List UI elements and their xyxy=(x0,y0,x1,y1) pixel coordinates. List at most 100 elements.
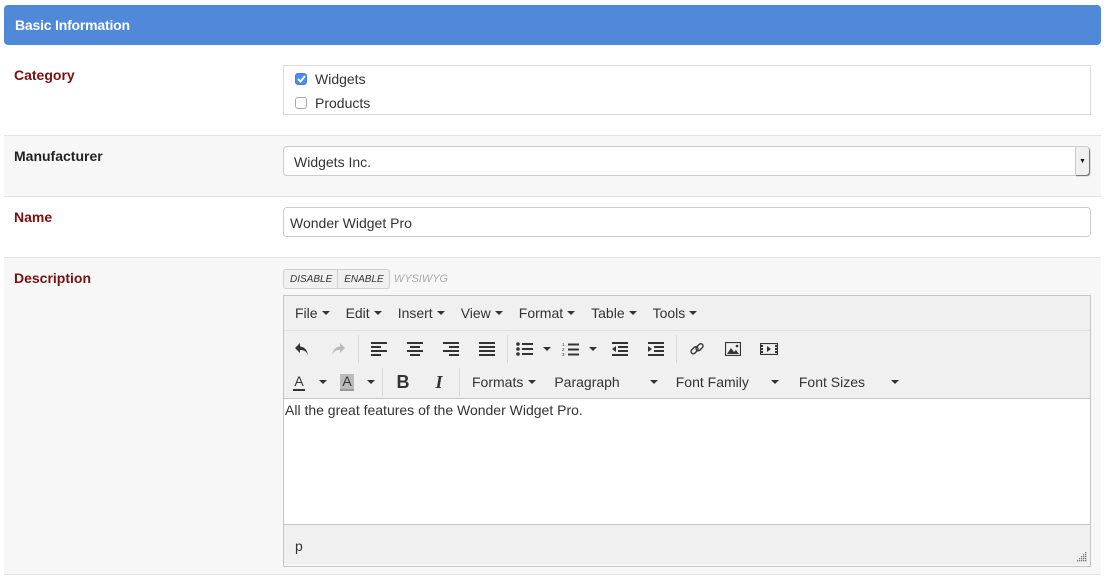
toolbar-separator xyxy=(507,335,508,363)
outdent-button[interactable] xyxy=(602,334,638,364)
link-icon xyxy=(690,343,704,355)
caret-down-icon xyxy=(628,311,637,315)
menu-edit-label: Edit xyxy=(345,305,370,321)
manufacturer-select[interactable]: Widgets Inc. ▼ xyxy=(283,146,1090,176)
toolbar-separator xyxy=(676,335,677,363)
caret-down-icon xyxy=(494,311,503,315)
font-family-label: Font Family xyxy=(675,374,749,390)
resize-handle-icon[interactable] xyxy=(1077,552,1087,562)
numbered-list-button[interactable]: 123 xyxy=(556,334,584,364)
menu-insert-label: Insert xyxy=(397,305,433,321)
insert-link-button[interactable] xyxy=(679,334,715,364)
text-color-button[interactable]: A xyxy=(284,367,314,397)
products-checkbox[interactable] xyxy=(295,97,307,109)
editor-content[interactable]: All the great features of the Wonder Wid… xyxy=(284,399,1090,524)
italic-button[interactable]: I xyxy=(421,367,457,397)
caret-down-icon xyxy=(319,380,327,384)
numbered-list-dropdown[interactable] xyxy=(584,334,602,364)
category-checkbox-group: Widgets Products xyxy=(283,65,1091,115)
insert-image-button[interactable] xyxy=(715,334,751,364)
align-justify-button[interactable] xyxy=(469,334,505,364)
indent-icon xyxy=(648,342,664,356)
caret-down-icon xyxy=(891,380,899,384)
caret-down-icon xyxy=(649,380,658,384)
undo-icon xyxy=(295,343,308,355)
block-format-label: Paragraph xyxy=(554,374,620,390)
font-family-dropdown[interactable]: Font Family xyxy=(658,374,779,390)
toolbar-separator xyxy=(459,368,460,396)
svg-text:3: 3 xyxy=(562,352,565,357)
rich-text-editor: File Edit Insert View Format Table Tools xyxy=(283,295,1091,567)
toolbar-separator xyxy=(382,368,383,396)
editor-menubar: File Edit Insert View Format Table Tools xyxy=(284,296,1090,331)
enable-wysiwyg-button[interactable]: ENABLE xyxy=(338,269,390,289)
align-center-icon xyxy=(407,342,423,356)
name-input[interactable]: Wonder Widget Pro xyxy=(283,207,1091,237)
element-path[interactable]: p xyxy=(295,538,303,554)
insert-media-button[interactable] xyxy=(751,334,787,364)
redo-button[interactable] xyxy=(320,334,356,364)
menu-view[interactable]: View xyxy=(453,305,511,321)
bold-button[interactable]: B xyxy=(385,367,421,397)
caret-down-icon xyxy=(567,311,576,315)
caret-down-icon xyxy=(367,380,375,384)
category-option-widgets[interactable]: Widgets xyxy=(295,71,366,87)
caret-down-icon xyxy=(528,380,537,384)
editor-toolbar: 123 A A B I Formats Paragraph Font Famil… xyxy=(284,331,1090,399)
italic-icon: I xyxy=(435,371,443,392)
menu-table[interactable]: Table xyxy=(583,305,644,321)
menu-tools[interactable]: Tools xyxy=(645,305,706,321)
editor-statusbar: p xyxy=(284,524,1090,565)
caret-down-icon xyxy=(589,347,597,351)
caret-down-icon xyxy=(689,311,698,315)
caret-down-icon xyxy=(543,347,551,351)
font-sizes-dropdown[interactable]: Font Sizes xyxy=(779,374,899,390)
font-sizes-label: Font Sizes xyxy=(798,374,865,390)
caret-down-icon xyxy=(770,380,779,384)
background-color-dropdown[interactable] xyxy=(362,367,380,397)
widgets-label: Widgets xyxy=(315,71,366,87)
disable-wysiwyg-button[interactable]: DISABLE xyxy=(283,269,339,289)
align-left-button[interactable] xyxy=(361,334,397,364)
toolbar-separator xyxy=(358,335,359,363)
bullet-list-button[interactable] xyxy=(510,334,538,364)
menu-edit[interactable]: Edit xyxy=(338,305,390,321)
select-arrow-icon[interactable]: ▼ xyxy=(1075,147,1089,175)
image-icon xyxy=(725,342,741,356)
content-paragraph[interactable]: All the great features of the Wonder Wid… xyxy=(285,402,1089,418)
redo-icon xyxy=(332,343,345,355)
text-color-icon: A xyxy=(293,372,305,391)
caret-down-icon xyxy=(436,311,445,315)
align-center-button[interactable] xyxy=(397,334,433,364)
background-color-button[interactable]: A xyxy=(332,367,362,397)
formats-label: Formats xyxy=(472,374,524,390)
align-right-button[interactable] xyxy=(433,334,469,364)
name-input-value: Wonder Widget Pro xyxy=(290,215,412,231)
indent-button[interactable] xyxy=(638,334,674,364)
align-justify-icon xyxy=(479,342,495,356)
caret-down-icon xyxy=(373,311,382,315)
menu-file-label: File xyxy=(295,305,318,321)
manufacturer-selected-value: Widgets Inc. xyxy=(294,154,372,170)
text-color-dropdown[interactable] xyxy=(314,367,332,397)
formats-dropdown[interactable]: Formats xyxy=(462,374,537,390)
undo-button[interactable] xyxy=(284,334,320,364)
toolbar-row-1: 123 xyxy=(284,332,787,366)
caret-down-icon xyxy=(321,311,330,315)
menu-format[interactable]: Format xyxy=(511,305,583,321)
outdent-icon xyxy=(612,342,628,356)
menu-table-label: Table xyxy=(591,305,625,321)
menu-insert[interactable]: Insert xyxy=(390,305,453,321)
panel-heading: Basic Information xyxy=(4,5,1101,45)
bullet-list-icon xyxy=(515,342,533,356)
panel-title: Basic Information xyxy=(15,17,130,33)
products-label: Products xyxy=(315,95,371,111)
menu-file[interactable]: File xyxy=(287,305,338,321)
bullet-list-dropdown[interactable] xyxy=(538,334,556,364)
category-label: Category xyxy=(14,67,75,83)
toolbar-row-2: A A B I Formats Paragraph Font Family Fo… xyxy=(284,365,899,399)
widgets-checkbox[interactable] xyxy=(295,73,307,85)
block-format-dropdown[interactable]: Paragraph xyxy=(536,374,658,390)
bold-icon: B xyxy=(396,371,410,392)
category-option-products[interactable]: Products xyxy=(295,95,370,111)
